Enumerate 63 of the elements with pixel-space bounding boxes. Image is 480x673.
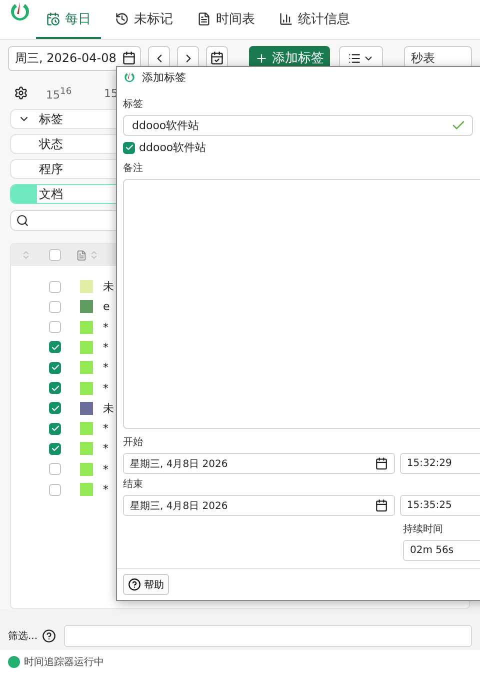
start-time-field[interactable]: 15:32:29 — [400, 453, 480, 474]
search-icon — [16, 214, 29, 228]
row-checkbox[interactable] — [49, 402, 61, 414]
row-text: * — [103, 483, 108, 496]
settings-icon[interactable] — [14, 86, 28, 100]
row-text: 未 — [103, 279, 114, 294]
calendar-icon — [374, 457, 388, 470]
end-date-field[interactable]: 星期三, 4月8日 2026 — [123, 495, 395, 516]
row-checkbox[interactable] — [49, 321, 61, 334]
row-checkbox[interactable] — [49, 442, 61, 455]
row-checkbox[interactable] — [49, 484, 61, 496]
filter-field[interactable] — [64, 624, 472, 647]
row-text: e — [103, 300, 110, 314]
calendar-check-icon — [210, 51, 224, 66]
chart-icon — [279, 12, 293, 26]
filter-label: 筛选... — [8, 630, 38, 643]
row-checkbox[interactable] — [49, 362, 61, 374]
note-field[interactable] — [123, 179, 480, 430]
row-checkbox[interactable] — [49, 382, 61, 394]
row-text: * — [103, 382, 108, 395]
duration-field[interactable]: 02m 56s — [403, 540, 480, 562]
help-icon[interactable] — [42, 628, 56, 643]
status-text: 时间追踪器运行中 — [24, 656, 104, 669]
app-logo-icon — [123, 71, 136, 84]
end-time-field[interactable]: 15:35:25 — [400, 495, 480, 516]
row-checkbox[interactable] — [49, 463, 61, 476]
row-checkbox[interactable] — [49, 280, 61, 293]
calendar-icon — [374, 499, 388, 512]
select-all-checkbox[interactable] — [49, 249, 61, 262]
row-text: * — [103, 442, 108, 456]
date-field[interactable]: 周三, 2026-04-08 — [8, 46, 141, 71]
tag-label: 标签 — [123, 98, 144, 112]
document-icon — [197, 12, 211, 26]
row-checkbox[interactable] — [49, 422, 61, 435]
time-tick: 15$^{16}$ — [46, 86, 73, 102]
duration-label: 持续时间 — [403, 522, 444, 536]
note-label: 备注 — [123, 162, 144, 176]
row-checkbox[interactable] — [49, 341, 61, 354]
start-date-field[interactable]: 星期三, 4月8日 2026 — [123, 453, 395, 474]
help-icon — [128, 578, 141, 592]
calendar-clock-icon — [46, 12, 60, 26]
row-text: 未 — [103, 400, 114, 416]
nav-tab[interactable]: 时间表 — [187, 0, 265, 40]
row-text: * — [103, 340, 108, 354]
checkbox-label: ddooo软件站 — [139, 140, 206, 156]
nav-tab[interactable]: 统计信息 — [269, 0, 360, 40]
row-checkbox[interactable] — [49, 300, 61, 313]
tag-field[interactable]: ddooo软件站 — [123, 115, 473, 136]
help-button[interactable]: 帮助 — [123, 574, 169, 596]
row-text: * — [103, 361, 108, 374]
document-icon — [76, 250, 86, 261]
row-text: * — [103, 422, 108, 436]
start-label: 开始 — [123, 436, 144, 450]
list-icon — [348, 52, 361, 65]
row-text: * — [103, 462, 108, 476]
calendar-icon — [122, 51, 136, 66]
tag-checkbox[interactable] — [123, 142, 135, 154]
row-text: * — [103, 320, 108, 334]
nav-tab[interactable]: 未标记 — [105, 0, 183, 40]
history-icon — [115, 12, 129, 26]
plus-icon — [255, 52, 268, 65]
dialog-title: 添加标签 — [142, 70, 186, 86]
end-label: 结束 — [123, 478, 144, 492]
